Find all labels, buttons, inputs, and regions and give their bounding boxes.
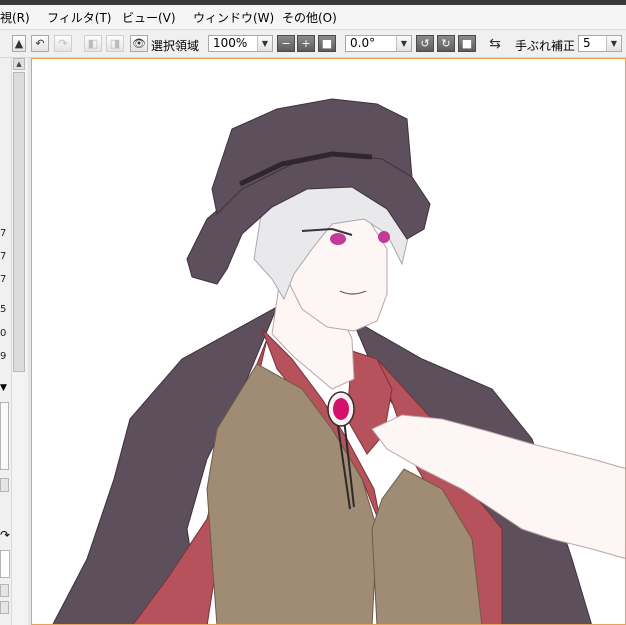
stabilizer-value: 5: [583, 36, 591, 50]
swap-icon[interactable]: ↷: [0, 528, 10, 542]
canvas-area: [28, 58, 626, 625]
eye-right: [378, 231, 390, 243]
toolbar-scroll-up-icon[interactable]: ▲: [12, 35, 26, 52]
chevron-down-icon: ▼: [396, 36, 411, 51]
bolo-gem: [333, 398, 349, 420]
scroll-up-icon[interactable]: ▲: [13, 58, 25, 70]
undo-icon[interactable]: ↶: [31, 35, 49, 52]
rotation-select[interactable]: 0.0° ▼: [345, 35, 412, 52]
redo-icon[interactable]: ↷: [54, 35, 72, 52]
character-illustration: [52, 98, 625, 624]
menu-view[interactable]: ビュー(V): [122, 9, 176, 26]
menu-view-partial[interactable]: 視(R): [0, 9, 30, 26]
menu-filter[interactable]: フィルタ(T): [47, 9, 111, 26]
panel-button[interactable]: [0, 601, 9, 614]
menu-bar: 視(R) フィルタ(T) ビュー(V) ウィンドウ(W) その他(O): [0, 5, 626, 30]
rotate-reset-icon[interactable]: ■: [458, 35, 476, 52]
panel-slider[interactable]: [0, 402, 9, 470]
left-value: 0: [0, 328, 6, 339]
stabilizer-select[interactable]: 5 ▼: [578, 35, 622, 52]
panel-button[interactable]: [0, 584, 9, 597]
eye-icon[interactable]: 👁: [130, 35, 148, 52]
rotate-left-icon[interactable]: ↺: [416, 35, 434, 52]
panel-field[interactable]: [0, 550, 10, 578]
scrollbar-thumb[interactable]: [13, 72, 25, 372]
deselect-icon[interactable]: ◧: [84, 35, 102, 52]
view-toolbar: ▲ ↶ ↷ ◧ ◨ 👁 選択領域 100% ▼ − + ■ 0.0° ▼ ↺ ↻…: [0, 30, 626, 58]
rotation-value: 0.0°: [350, 36, 376, 50]
flip-horizontal-icon[interactable]: ⇆: [486, 35, 504, 52]
rotate-right-icon[interactable]: ↻: [437, 35, 455, 52]
left-value: 9: [0, 351, 6, 362]
eye-left: [330, 233, 346, 245]
selection-area-label: 選択領域: [151, 39, 200, 53]
left-value: 7: [0, 228, 6, 239]
zoom-out-icon[interactable]: −: [277, 35, 295, 52]
left-value: 7: [0, 251, 6, 262]
zoom-value: 100%: [213, 36, 248, 50]
left-value: 7: [0, 274, 6, 285]
chevron-down-icon[interactable]: ▼: [0, 383, 7, 393]
left-value: 5: [0, 304, 6, 315]
drawing-canvas[interactable]: [31, 58, 626, 625]
zoom-reset-icon[interactable]: ■: [318, 35, 336, 52]
invert-selection-icon[interactable]: ◨: [106, 35, 124, 52]
panel-button[interactable]: [0, 478, 9, 492]
stabilizer-label: 手ぶれ補正: [515, 39, 576, 53]
zoom-select[interactable]: 100% ▼: [208, 35, 273, 52]
zoom-in-icon[interactable]: +: [297, 35, 315, 52]
vertical-scrollbar[interactable]: ▲: [11, 58, 27, 625]
chevron-down-icon: ▼: [606, 36, 621, 51]
menu-window[interactable]: ウィンドウ(W): [193, 9, 274, 26]
menu-other[interactable]: その他(O): [282, 9, 337, 26]
chevron-down-icon: ▼: [257, 36, 272, 51]
